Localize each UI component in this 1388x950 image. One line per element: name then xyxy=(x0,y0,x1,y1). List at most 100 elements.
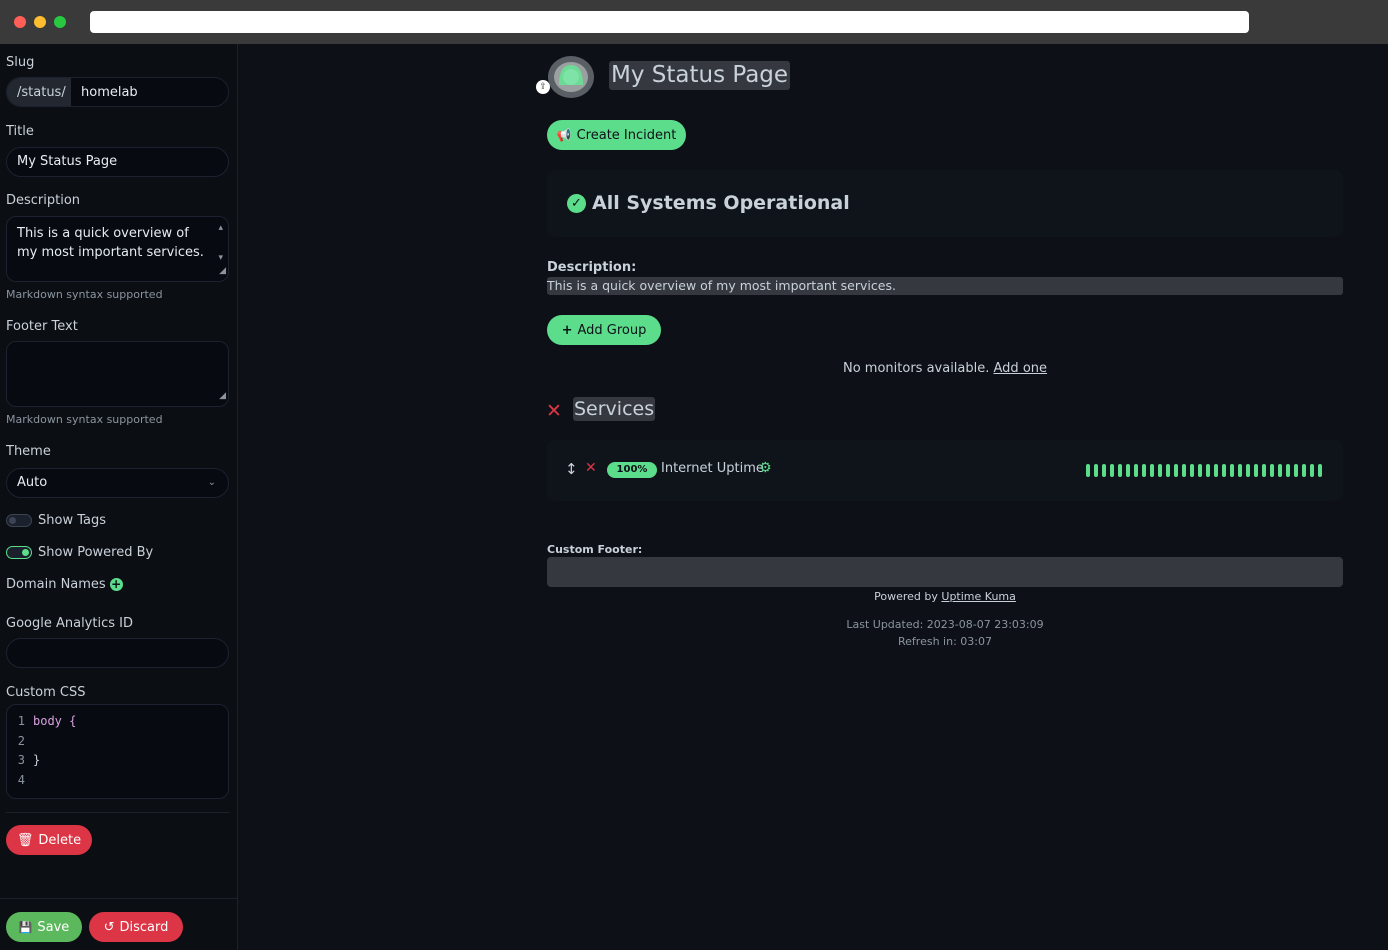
code-line: 2 xyxy=(17,733,25,748)
description-heading: Description: xyxy=(547,260,637,275)
heartbeat-beat xyxy=(1310,464,1314,477)
heartbeat-beat xyxy=(1246,464,1250,477)
heartbeat-beat xyxy=(1126,464,1130,477)
remove-group-icon[interactable]: ✕ xyxy=(546,400,562,422)
description-text: This is a quick overview of my most impo… xyxy=(17,226,204,260)
footer-textarea[interactable]: ◢ xyxy=(6,341,229,407)
heartbeat-beat xyxy=(1118,464,1122,477)
heartbeat-beat xyxy=(1254,464,1258,477)
domain-names-label: Domain Names xyxy=(6,577,106,592)
edit-sidebar: Slug /status/ homelab Title My Status Pa… xyxy=(0,44,238,950)
heartbeat-beat xyxy=(1134,464,1138,477)
show-powered-by-label: Show Powered By xyxy=(38,545,154,560)
domain-names-row: Domain Names + xyxy=(6,577,123,592)
heartbeat-beat xyxy=(1086,464,1090,477)
create-incident-button[interactable]: 📢 Create Incident xyxy=(547,120,686,150)
monitor-name: Internet Uptime xyxy=(661,461,764,476)
monitor-list-card: ↕ ✕ 100% Internet Uptime ⚙ xyxy=(547,440,1343,501)
heartbeat-beat xyxy=(1094,464,1098,477)
description-editable[interactable]: This is a quick overview of my most impo… xyxy=(547,277,1343,295)
undo-icon: ↺ xyxy=(103,919,115,935)
resize-handle-icon[interactable]: ◢ xyxy=(219,387,226,406)
upload-icon[interactable]: ⇪ xyxy=(536,80,550,94)
plus-icon: + xyxy=(561,322,573,338)
heartbeat-beat xyxy=(1318,464,1322,477)
show-tags-toggle[interactable] xyxy=(6,514,32,527)
delete-button[interactable]: 🗑 Delete xyxy=(6,825,92,855)
heartbeat-beat xyxy=(1214,464,1218,477)
heartbeat-beat xyxy=(1102,464,1106,477)
close-window-button[interactable] xyxy=(14,16,26,28)
title-input[interactable]: My Status Page xyxy=(6,147,229,177)
resize-handle-icon[interactable]: ◢ xyxy=(219,262,226,281)
footer-markdown-hint: Markdown syntax supported xyxy=(6,413,163,426)
heartbeat-beat xyxy=(1238,464,1242,477)
divider xyxy=(6,812,230,813)
description-textarea[interactable]: This is a quick overview of my most impo… xyxy=(6,216,229,282)
google-analytics-label: Google Analytics ID xyxy=(6,616,133,631)
gear-icon[interactable]: ⚙ xyxy=(759,460,772,476)
heartbeat-beat xyxy=(1110,464,1114,477)
heartbeat-beat xyxy=(1294,464,1298,477)
group-title[interactable]: Services xyxy=(573,397,656,421)
google-analytics-input[interactable] xyxy=(6,638,229,668)
heartbeat-beat xyxy=(1142,464,1146,477)
drag-handle-icon[interactable]: ↕ xyxy=(565,460,578,478)
code-line: 3} xyxy=(17,753,41,767)
custom-css-label: Custom CSS xyxy=(6,685,86,700)
custom-footer-label: Custom Footer: xyxy=(547,543,643,556)
address-bar[interactable] xyxy=(90,11,1249,33)
heartbeat-beat xyxy=(1230,464,1234,477)
powered-by: Powered by Uptime Kuma xyxy=(874,590,1016,603)
maximize-window-button[interactable] xyxy=(54,16,66,28)
slug-input[interactable]: homelab xyxy=(71,78,228,106)
heartbeat-beat xyxy=(1198,464,1202,477)
heartbeat-beat xyxy=(1182,464,1186,477)
description-label: Description xyxy=(6,193,81,208)
overall-status-text: All Systems Operational xyxy=(592,192,850,214)
chevron-down-icon: ⌄ xyxy=(207,477,216,488)
heartbeat-beat xyxy=(1302,464,1306,477)
heartbeat-beat xyxy=(1270,464,1274,477)
remove-monitor-icon[interactable]: ✕ xyxy=(585,460,597,476)
heartbeat-beat xyxy=(1190,464,1194,477)
megaphone-icon: 📢 xyxy=(556,128,572,142)
slug-field[interactable]: /status/ homelab xyxy=(6,77,229,107)
heartbeat-bar xyxy=(1086,464,1322,477)
theme-select[interactable]: Auto ⌄ xyxy=(6,468,229,498)
show-tags-label: Show Tags xyxy=(38,513,106,528)
scroll-up-icon[interactable]: ▴ xyxy=(218,219,223,238)
footer-divider xyxy=(0,898,238,899)
add-domain-icon[interactable]: + xyxy=(109,578,123,591)
theme-label: Theme xyxy=(6,444,51,459)
uptime-badge: 100% xyxy=(607,462,657,478)
description-markdown-hint: Markdown syntax supported xyxy=(6,288,163,301)
heartbeat-beat xyxy=(1174,464,1178,477)
slug-prefix: /status/ xyxy=(7,78,71,106)
uptime-kuma-link[interactable]: Uptime Kuma xyxy=(941,590,1015,603)
minimize-window-button[interactable] xyxy=(34,16,46,28)
custom-css-editor[interactable]: 1 body { 2 3} 4 xyxy=(6,704,229,799)
show-powered-by-toggle[interactable] xyxy=(6,546,32,559)
title-label: Title xyxy=(6,124,34,139)
heartbeat-beat xyxy=(1286,464,1290,477)
last-updated: Last Updated: 2023-08-07 23:03:09 xyxy=(846,618,1044,631)
save-button[interactable]: 💾 Save xyxy=(6,912,82,942)
add-monitor-link[interactable]: Add one xyxy=(994,361,1048,376)
page-title[interactable]: My Status Page xyxy=(609,61,791,90)
code-line: 4 xyxy=(17,772,25,787)
theme-value: Auto xyxy=(17,475,48,490)
logo-icon[interactable] xyxy=(547,55,595,99)
custom-footer-editable[interactable] xyxy=(547,557,1343,587)
heartbeat-beat xyxy=(1150,464,1154,477)
add-group-button[interactable]: + Add Group xyxy=(547,315,661,345)
heartbeat-beat xyxy=(1222,464,1226,477)
trash-icon: 🗑 xyxy=(16,832,34,848)
check-circle-icon: ✓ xyxy=(567,193,586,213)
footer-text-label: Footer Text xyxy=(6,319,78,334)
refresh-countdown: Refresh in: 03:07 xyxy=(898,635,992,648)
discard-button[interactable]: ↺ Discard xyxy=(89,912,183,942)
overall-status-card: ✓ All Systems Operational xyxy=(547,170,1343,237)
heartbeat-beat xyxy=(1262,464,1266,477)
browser-chrome xyxy=(0,0,1388,44)
